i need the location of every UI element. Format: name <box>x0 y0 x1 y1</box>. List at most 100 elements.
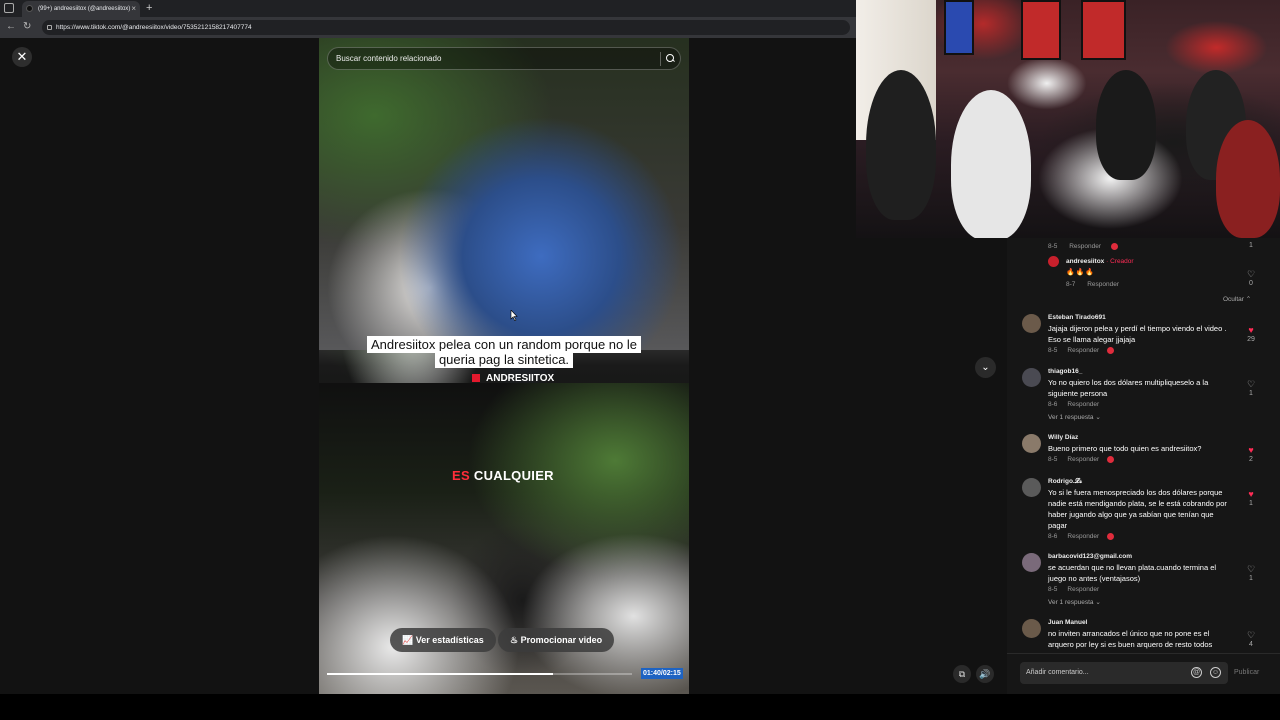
heart-icon[interactable]: ♥ <box>1245 445 1257 455</box>
video-caption: Andresiitox pelea con un random porque n… <box>349 336 659 368</box>
comment-date: 8-5 <box>1048 243 1058 251</box>
promote-video-button[interactable]: ♨ Promocionar video <box>498 628 615 652</box>
comment-text: Yo si le fuera menospreciado los dos dól… <box>1048 488 1227 530</box>
video-watermark: ANDRESIITOX <box>472 373 554 384</box>
comment-date: 8-6 <box>1048 401 1058 408</box>
comment-text: no inviten arrancados el único que no po… <box>1048 629 1213 649</box>
comment-user[interactable]: thiagob16_ <box>1048 368 1082 375</box>
avatar[interactable] <box>1048 256 1059 267</box>
tab-close-icon[interactable]: × <box>131 1 136 17</box>
comment-user[interactable]: andreesiitox · Creador <box>1066 258 1134 265</box>
webcam-jersey-frame-2 <box>1081 0 1126 60</box>
avatar[interactable] <box>1022 434 1041 453</box>
search-icon[interactable] <box>660 52 674 66</box>
comment-date: 8-5 <box>1048 586 1058 593</box>
heart-icon[interactable]: ♡ <box>1245 379 1257 389</box>
view-replies-button[interactable]: Ver 1 respuesta ⌄ <box>1048 598 1101 606</box>
volume-icon[interactable]: 🔊 <box>976 665 994 683</box>
webcam-person-1 <box>866 70 936 220</box>
window-menu-icon[interactable] <box>4 3 14 13</box>
heart-icon[interactable]: ♡ <box>1245 564 1257 574</box>
browser-tab[interactable]: (99+) andreesiitox (@andreesiitox) × <box>22 1 140 17</box>
tiktok-favicon-icon <box>26 5 33 12</box>
avatar[interactable] <box>1022 314 1041 333</box>
comment-meta: 8-7 Responder <box>1066 281 1119 288</box>
heart-icon[interactable]: ♡ <box>1245 269 1257 279</box>
reply-button[interactable]: Responder <box>1087 281 1119 288</box>
comment-date: 8-7 <box>1066 281 1076 288</box>
address-bar[interactable]: https://www.tiktok.com/@andreesiitox/vid… <box>42 20 850 35</box>
comment-date: 8-6 <box>1048 533 1058 541</box>
url-text: https://www.tiktok.com/@andreesiitox/vid… <box>56 24 252 31</box>
video-frame-top <box>319 38 689 350</box>
video-progress-fill <box>327 673 553 675</box>
comment-user[interactable]: barbacovid123@gmail.com <box>1048 553 1132 560</box>
subtitle-red-word: ES <box>452 468 470 483</box>
reply-button[interactable]: Responder <box>1067 533 1099 540</box>
new-tab-button[interactable]: + <box>146 1 152 15</box>
comment-text: 🔥🔥🔥 <box>1066 269 1096 276</box>
comment-user[interactable]: Esteban Tirado691 <box>1048 314 1106 321</box>
creator-liked-badge-icon <box>1107 533 1115 540</box>
reload-icon[interactable]: ↻ <box>23 21 31 33</box>
reply-button[interactable]: Responder <box>1067 456 1099 463</box>
creator-liked-badge-icon <box>1107 347 1115 354</box>
video-progress-bar[interactable] <box>327 673 632 675</box>
creator-liked-badge-icon <box>1110 243 1118 250</box>
reply-button[interactable]: Responder <box>1067 586 1099 593</box>
hide-replies-button[interactable]: Ocultar ⌃ <box>1223 295 1251 303</box>
screen-bottom-bar <box>0 694 1280 720</box>
emoji-icon[interactable]: ☺ <box>1210 667 1221 678</box>
avatar[interactable] <box>1022 368 1041 387</box>
like-count: 1 <box>1249 242 1253 249</box>
creator-username: andreesiitox <box>1066 258 1105 265</box>
reply-button[interactable]: Responder <box>1067 401 1099 408</box>
tab-title: (99+) andreesiitox (@andreesiitox) <box>38 6 131 12</box>
heart-icon[interactable]: ♥ <box>1245 325 1257 335</box>
comment-text: Yo no quiero los dos dólares multiplique… <box>1048 378 1209 398</box>
like-count: 4 <box>1249 641 1253 648</box>
like-count: 29 <box>1247 336 1255 343</box>
back-arrow-icon[interactable]: ← <box>6 21 16 33</box>
publish-button[interactable]: Publicar <box>1234 669 1259 676</box>
reply-button[interactable]: Responder <box>1067 347 1099 354</box>
pip-icon[interactable]: ⧉ <box>953 665 971 683</box>
related-search-input[interactable]: Buscar contenido relacionado <box>327 47 681 70</box>
heart-icon[interactable]: ♥ <box>1245 489 1257 499</box>
video-time: 01:40/02:15 <box>641 668 683 679</box>
comment-user[interactable]: Juan Manuel <box>1048 619 1087 626</box>
avatar[interactable] <box>1022 553 1041 572</box>
comment-meta: 8-5 Responder <box>1048 586 1099 593</box>
video-subtitle: ES CUALQUIER <box>452 468 554 483</box>
creator-liked-badge-icon <box>1107 456 1115 463</box>
site-info-icon[interactable] <box>47 25 52 30</box>
webcam-person-2 <box>951 90 1031 238</box>
comment-input[interactable]: Añadir comentario... @ ☺ <box>1020 662 1228 684</box>
promote-label: Promocionar video <box>520 635 603 645</box>
subtitle-white-word: CUALQUIER <box>473 468 554 483</box>
comment-user[interactable]: Willy Díaz <box>1048 434 1078 441</box>
creator-label: · Creador <box>1106 258 1134 265</box>
comment-meta: 8-6 Responder <box>1048 533 1115 541</box>
avatar[interactable] <box>1022 478 1041 497</box>
comment-text: Bueno primero que todo quien es andresii… <box>1048 444 1202 453</box>
mention-icon[interactable]: @ <box>1191 667 1202 678</box>
related-search-placeholder: Buscar contenido relacionado <box>336 54 442 63</box>
like-count: 1 <box>1249 390 1253 397</box>
comment-meta: 8-6 Responder <box>1048 401 1099 408</box>
next-video-chevron-down-icon[interactable]: ⌄ <box>975 357 996 378</box>
webcam-flag <box>944 0 974 55</box>
avatar[interactable] <box>1022 619 1041 638</box>
like-count: 0 <box>1249 280 1253 287</box>
comment-user[interactable]: Rodrigo.𝓛𝓼 <box>1048 478 1082 486</box>
view-replies-button[interactable]: Ver 1 respuesta ⌄ <box>1048 413 1101 421</box>
view-stats-button[interactable]: 📈 Ver estadísticas <box>390 628 496 652</box>
comment-text: se acuerdan que no llevan plata.cuando t… <box>1048 563 1217 583</box>
heart-icon[interactable]: ♡ <box>1245 630 1257 640</box>
flame-icon: ♨ <box>510 635 521 645</box>
close-button[interactable]: ✕ <box>12 47 32 67</box>
comment-date: 8-5 <box>1048 456 1058 464</box>
comment-meta: 8-5 Responder <box>1048 456 1115 464</box>
reply-button[interactable]: Responder <box>1069 243 1101 250</box>
like-count: 1 <box>1249 575 1253 582</box>
